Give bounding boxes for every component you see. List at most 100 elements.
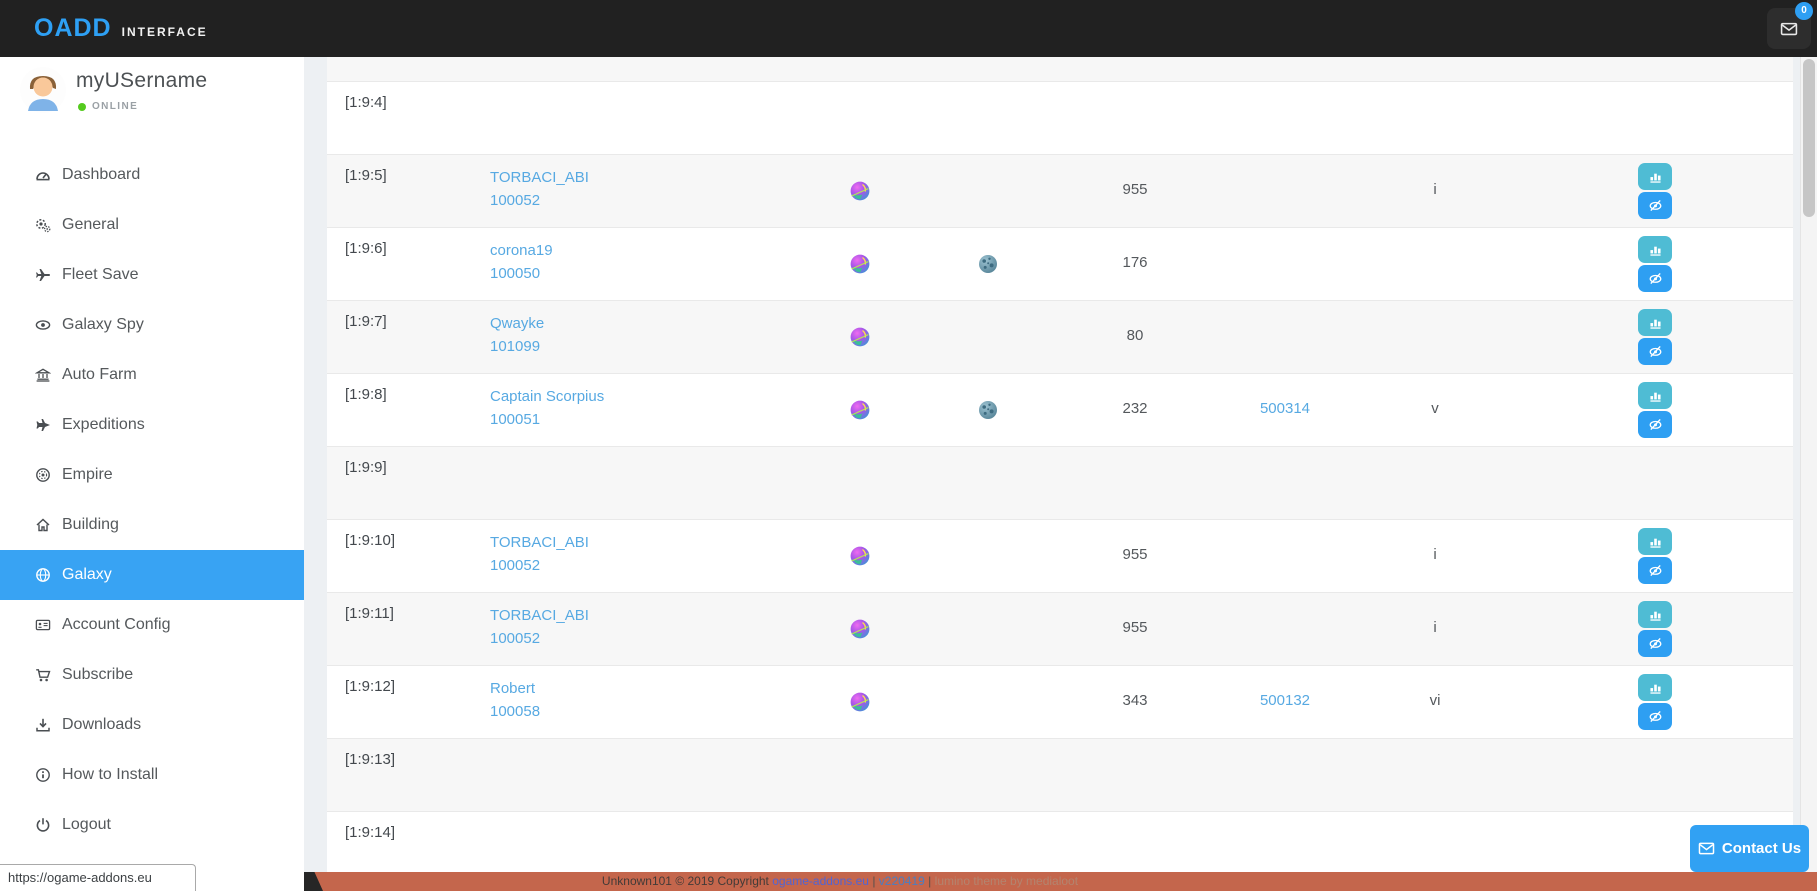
sidebar-item-label: Fleet Save [62, 266, 138, 284]
sidebar-item-subscribe[interactable]: Subscribe [0, 650, 304, 700]
row-actions [1638, 528, 1672, 584]
eye-slash-icon [1648, 563, 1663, 578]
sidebar-item-icon [35, 317, 51, 333]
sidebar-item-dashboard[interactable]: Dashboard [0, 150, 304, 200]
sidebar-item-icon [35, 617, 51, 633]
player-id-link[interactable]: 100052 [490, 554, 589, 577]
player-id-link[interactable]: 100052 [490, 627, 589, 650]
sidebar-item-how-to-install[interactable]: How to Install [0, 750, 304, 800]
sidebar-item-galaxy[interactable]: Galaxy [0, 550, 304, 600]
planet-icon [849, 399, 871, 421]
row-actions [1638, 309, 1672, 365]
sidebar-item-expeditions[interactable]: Expeditions [0, 400, 304, 450]
player-id-link[interactable]: 100050 [490, 262, 553, 285]
sidebar-item-icon [35, 417, 51, 433]
player-name-link[interactable]: corona19 [490, 239, 553, 262]
sidebar-item-label: Auto Farm [62, 366, 137, 384]
table-row: [1:9:4] [327, 81, 1793, 154]
player-name-link[interactable]: Robert [490, 677, 540, 700]
player-name-link[interactable]: TORBACI_ABI [490, 531, 589, 554]
table-row: [1:9:13] [327, 738, 1793, 811]
activity-value: 955 [1075, 181, 1195, 198]
table-row: [1:9:6] corona19 100050 176 [327, 227, 1793, 300]
table-row: [1:9:5] TORBACI_ABI 100052 955 i [327, 154, 1793, 227]
row-actions [1638, 601, 1672, 657]
player-id-link[interactable]: 101099 [490, 335, 544, 358]
rank-label: i [1375, 181, 1495, 198]
sidebar-menu: Dashboard General Fleet Save Galaxy Spy … [0, 142, 304, 850]
footer-separator: | [872, 874, 875, 888]
player-cell: TORBACI_ABI 100052 [490, 166, 589, 212]
footer-version: v220419 [879, 874, 925, 888]
sidebar-item-label: Galaxy [62, 566, 112, 584]
stats-button[interactable] [1638, 382, 1672, 409]
spy-button[interactable] [1638, 338, 1672, 365]
player-name-link[interactable]: TORBACI_ABI [490, 604, 589, 627]
moon-icon [977, 253, 999, 275]
player-cell: TORBACI_ABI 100052 [490, 604, 589, 650]
stats-button[interactable] [1638, 674, 1672, 701]
sidebar-item-icon [35, 267, 51, 283]
contact-us-button[interactable]: Contact Us [1690, 825, 1809, 872]
sidebar-item-empire[interactable]: Empire [0, 450, 304, 500]
footer-text: Unknown101 © 2019 Copyright ogame-addons… [602, 872, 1078, 891]
row-actions [1638, 674, 1672, 730]
messages-count-badge: 0 [1795, 2, 1813, 20]
planet-icon [849, 691, 871, 713]
contact-us-label: Contact Us [1722, 840, 1801, 857]
sidebar-item-icon [35, 467, 51, 483]
sidebar-item-downloads[interactable]: Downloads [0, 700, 304, 750]
footer-site-link[interactable]: ogame-addons.eu [772, 874, 869, 888]
scrollbar-thumb[interactable] [1803, 59, 1815, 217]
sidebar-item-galaxy-spy[interactable]: Galaxy Spy [0, 300, 304, 350]
coordinates-label: [1:9:4] [345, 94, 387, 111]
player-name-link[interactable]: Captain Scorpius [490, 385, 604, 408]
spy-button[interactable] [1638, 630, 1672, 657]
stats-icon [1648, 680, 1663, 695]
eye-slash-icon [1648, 709, 1663, 724]
sidebar-item-auto-farm[interactable]: Auto Farm [0, 350, 304, 400]
player-name-link[interactable]: TORBACI_ABI [490, 166, 589, 189]
sidebar-item-building[interactable]: Building [0, 500, 304, 550]
player-id-link[interactable]: 100052 [490, 189, 589, 212]
sidebar-item-label: Downloads [62, 716, 141, 734]
messages-button[interactable]: 0 [1767, 8, 1811, 49]
sidebar-item-fleet-save[interactable]: Fleet Save [0, 250, 304, 300]
moon-id-link[interactable]: 500314 [1225, 400, 1345, 417]
stats-button[interactable] [1638, 163, 1672, 190]
row-actions [1638, 382, 1672, 438]
stats-icon [1648, 388, 1663, 403]
sidebar-item-logout[interactable]: Logout [0, 800, 304, 850]
sidebar-item-general[interactable]: General [0, 200, 304, 250]
moon-id-link[interactable]: 500132 [1225, 692, 1345, 709]
sidebar: myUSername ONLINE Dashboard General Flee… [0, 57, 304, 891]
table-row: [1:9:12] Robert 100058 343 500132 vi [327, 665, 1793, 738]
sidebar-item-icon [35, 167, 51, 183]
spy-button[interactable] [1638, 703, 1672, 730]
stats-button[interactable] [1638, 236, 1672, 263]
eye-slash-icon [1648, 198, 1663, 213]
sidebar-item-account-config[interactable]: Account Config [0, 600, 304, 650]
spy-button[interactable] [1638, 192, 1672, 219]
spy-button[interactable] [1638, 265, 1672, 292]
vertical-scrollbar[interactable] [1800, 57, 1817, 872]
player-id-link[interactable]: 100051 [490, 408, 604, 431]
stats-button[interactable] [1638, 309, 1672, 336]
rank-label: i [1375, 546, 1495, 563]
sidebar-item-label: Expeditions [62, 416, 145, 434]
footer-copyright: Unknown101 © 2019 Copyright [602, 874, 769, 888]
stats-button[interactable] [1638, 528, 1672, 555]
activity-value: 80 [1075, 327, 1195, 344]
planet-icon [849, 545, 871, 567]
brand-suffix: INTERFACE [122, 25, 208, 39]
coordinates-label: [1:9:5] [345, 167, 387, 184]
status-bar-url: https://ogame-addons.eu [0, 864, 196, 891]
coordinates-label: [1:9:8] [345, 386, 387, 403]
player-name-link[interactable]: Qwayke [490, 312, 544, 335]
spy-button[interactable] [1638, 411, 1672, 438]
coordinates-label: [1:9:14] [345, 824, 395, 841]
spy-button[interactable] [1638, 557, 1672, 584]
stats-button[interactable] [1638, 601, 1672, 628]
player-id-link[interactable]: 100058 [490, 700, 540, 723]
coordinates-label: [1:9:10] [345, 532, 395, 549]
